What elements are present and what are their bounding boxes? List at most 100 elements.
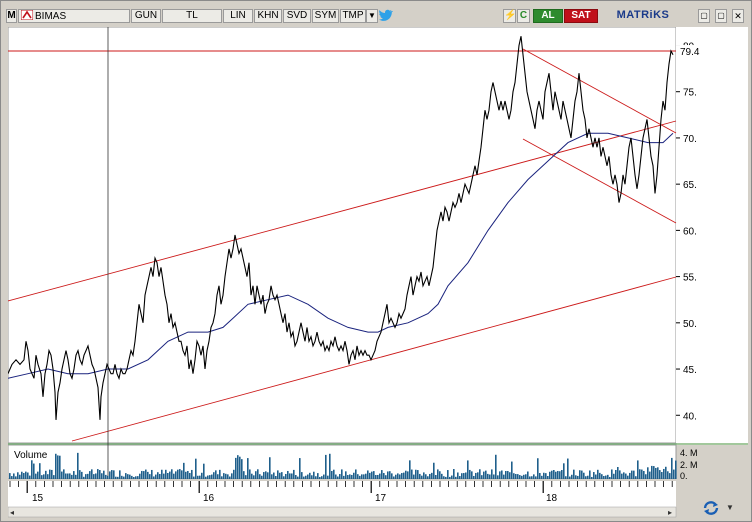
volume-bar	[675, 460, 677, 479]
volume-bar	[393, 476, 395, 479]
volume-bar	[325, 454, 327, 479]
volume-bar	[261, 475, 263, 479]
volume-bar	[411, 469, 413, 479]
volume-bar	[313, 471, 315, 479]
buy-button[interactable]: AL	[533, 9, 563, 23]
volume-bar	[399, 474, 401, 479]
volume-bar	[479, 469, 481, 479]
volume-bar	[63, 469, 65, 479]
volume-bar	[281, 472, 283, 479]
volume-bar	[395, 474, 397, 479]
volume-bar	[175, 471, 177, 479]
maximize-button[interactable]: ▢	[715, 9, 727, 23]
tmp-button[interactable]: TMP	[340, 9, 366, 23]
volume-bar	[13, 473, 15, 479]
volume-tick-0: 0.	[680, 471, 688, 479]
volume-bar	[461, 473, 463, 479]
volume-bar	[557, 470, 559, 479]
volume-bar	[667, 471, 669, 479]
svd-button[interactable]: SVD	[283, 9, 311, 23]
volume-bar	[245, 475, 247, 479]
x-axis: 15 16 17 18 ◂ ▸	[8, 481, 677, 518]
volume-bar	[569, 476, 571, 479]
application-window: M BIMAS GUN TL LIN KHN SVD SYM TMP ▼ ⚡ C…	[0, 0, 752, 522]
volume-bar	[509, 472, 511, 479]
volume-bar	[253, 475, 255, 479]
volume-bar	[169, 471, 171, 479]
sym-button[interactable]: SYM	[312, 9, 339, 23]
symbol-field[interactable]: BIMAS	[18, 9, 130, 23]
sell-button[interactable]: SAT	[564, 9, 598, 23]
volume-bar	[475, 472, 477, 479]
scroll-right-icon[interactable]: ▸	[668, 508, 672, 517]
scroll-left-icon[interactable]: ◂	[10, 508, 14, 517]
volume-bar	[469, 469, 471, 479]
volume-bar	[123, 476, 125, 479]
currency-button[interactable]: TL	[162, 9, 222, 23]
volume-bar	[371, 471, 373, 479]
volume-bar	[215, 470, 217, 479]
volume-bar	[77, 452, 79, 479]
volume-bar	[481, 475, 483, 479]
volume-bar	[391, 473, 393, 479]
volume-bar	[531, 476, 533, 479]
volume-bar	[299, 458, 301, 479]
volume-bar	[381, 470, 383, 479]
volume-bar	[401, 473, 403, 479]
volume-bar	[59, 455, 61, 479]
volume-bar	[155, 474, 157, 479]
toolbar: M BIMAS GUN TL LIN KHN SVD SYM TMP ▼ ⚡ C…	[3, 9, 751, 24]
volume-bar	[187, 470, 189, 479]
volume-bar	[465, 472, 467, 479]
volume-bar	[575, 475, 577, 479]
volume-bar	[291, 473, 293, 479]
volume-bar	[25, 471, 27, 479]
twitter-icon[interactable]	[379, 9, 393, 23]
flash-icon[interactable]: ⚡	[503, 9, 516, 23]
volume-bar	[603, 476, 605, 479]
volume-bar	[507, 471, 509, 479]
khn-button[interactable]: KHN	[254, 9, 282, 23]
volume-bar	[589, 470, 591, 479]
horizontal-scrollbar[interactable]	[8, 506, 677, 518]
volume-bar	[317, 473, 319, 479]
volume-bar	[273, 472, 275, 479]
volume-bar	[139, 473, 141, 479]
volume-bar	[91, 469, 93, 479]
price-chart[interactable]: 40.45.50.55.60.65.70.75.80. 79.4 Volume …	[8, 27, 748, 479]
volume-bar	[61, 471, 63, 479]
volume-bar	[449, 476, 451, 479]
close-button[interactable]: ✕	[732, 9, 744, 23]
minimize-button[interactable]: ▢	[698, 9, 710, 23]
period-button[interactable]: GUN	[131, 9, 161, 23]
refresh-icon[interactable]	[701, 499, 721, 517]
twitter-bird-icon	[379, 9, 393, 21]
volume-bar	[133, 476, 135, 479]
volume-bar	[547, 476, 549, 479]
volume-bar	[235, 457, 237, 479]
logo-button[interactable]: M	[6, 9, 17, 23]
volume-bar	[605, 475, 607, 479]
volume-bar	[501, 470, 503, 479]
volume-bar	[621, 473, 623, 479]
volume-bar	[151, 469, 153, 479]
volume-bar	[203, 463, 205, 479]
chevron-down-icon[interactable]: ▼	[366, 9, 378, 23]
volume-bar	[283, 476, 285, 479]
volume-bar	[113, 470, 115, 479]
dropdown-arrow-icon[interactable]: ▼	[726, 503, 734, 512]
c-button[interactable]: C	[517, 9, 530, 23]
volume-bar	[251, 473, 253, 479]
volume-bar	[67, 473, 69, 479]
volume-bar	[177, 469, 179, 479]
volume-bar	[81, 471, 83, 479]
volume-bar	[69, 473, 71, 479]
volume-bar	[555, 471, 557, 479]
volume-bar	[11, 476, 13, 479]
volume-bar	[15, 476, 17, 479]
volume-bar	[333, 469, 335, 479]
volume-bar	[267, 472, 269, 479]
volume-bar	[33, 463, 35, 479]
scale-button[interactable]: LIN	[223, 9, 253, 23]
volume-bar	[473, 475, 475, 479]
